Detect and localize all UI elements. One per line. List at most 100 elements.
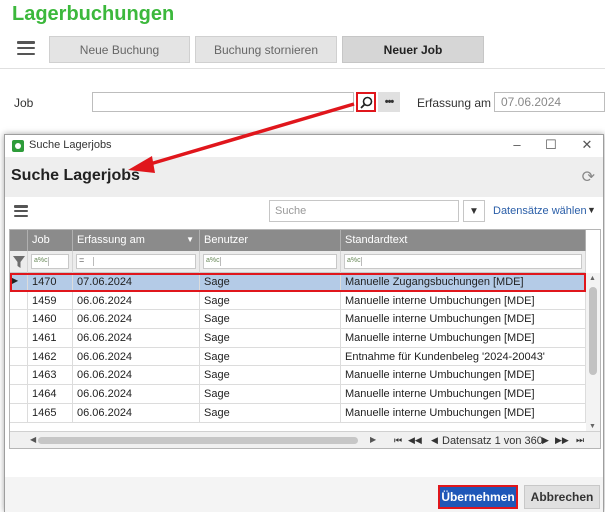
scroll-left-icon[interactable]: ◀: [30, 435, 36, 444]
cell-text: Manuelle interne Umbuchungen [MDE]: [341, 329, 586, 347]
filter-operator: a%c: [34, 257, 48, 264]
cell-job: 1464: [28, 385, 73, 403]
prev-page-fast-icon[interactable]: ◀◀: [408, 435, 422, 446]
cell-job: 1461: [28, 329, 73, 347]
dialog-titlebar: Suche Lagerjobs – ☐ ✕: [5, 135, 603, 157]
cancel-button[interactable]: Abbrechen: [524, 485, 600, 509]
cell-date: 06.06.2024: [73, 329, 200, 347]
filter-input-text[interactable]: a%c: [344, 254, 582, 269]
close-icon[interactable]: ✕: [577, 137, 597, 153]
cell-text: Manuelle interne Umbuchungen [MDE]: [341, 366, 586, 385]
screen: Lagerbuchungen Neue Buchung Buchung stor…: [0, 0, 605, 512]
pager-text: Datensatz 1 von 360: [442, 435, 543, 447]
scroll-up-icon[interactable]: ▲: [589, 275, 596, 282]
cell-job: 1463: [28, 366, 73, 385]
row-indicator-cell: [10, 347, 28, 366]
cell-text: Manuelle interne Umbuchungen [MDE]: [341, 291, 586, 310]
funnel-icon: [13, 256, 25, 268]
hamburger-icon[interactable]: [14, 205, 28, 217]
grid-header: Job Erfassung am ▼ Benutzer Standardtext: [10, 230, 586, 251]
minimize-icon[interactable]: –: [507, 137, 527, 152]
filter-cell-text: a%c: [341, 251, 586, 273]
prev-page-icon[interactable]: ◀: [431, 435, 438, 446]
records-select[interactable]: Datensätze wählen: [493, 205, 587, 217]
table-row[interactable]: 1461 06.06.2024 Sage Manuelle interne Umbuc…: [10, 329, 586, 348]
page-title: Lagerbuchungen: [12, 3, 175, 25]
table-row[interactable]: ▶ 1470 07.06.2024 Sage Manuelle Zugangsbuchu…: [10, 273, 586, 292]
cell-text: Manuelle interne Umbuchungen [MDE]: [341, 385, 586, 403]
filter-operator: a%c: [206, 257, 220, 264]
maximize-icon[interactable]: ☐: [541, 137, 561, 153]
header-indicator-cell: [10, 230, 28, 251]
table-row[interactable]: 1465 06.06.2024 Sage Manuelle interne Umbuc…: [10, 403, 586, 423]
horizontal-scroll-thumb[interactable]: [38, 437, 358, 444]
filter-input-job[interactable]: a%c: [31, 254, 69, 269]
sort-desc-icon: ▼: [186, 235, 194, 244]
job-input[interactable]: [92, 92, 354, 112]
grid-body: ▶ 1470 07.06.2024 Sage Manuelle Zugangsbuchu…: [10, 273, 586, 423]
column-header-date[interactable]: Erfassung am ▼: [73, 230, 200, 251]
cell-text: Manuelle Zugangsbuchungen [MDE]: [341, 273, 586, 291]
cell-date: 06.06.2024: [73, 310, 200, 329]
row-indicator-cell: [10, 329, 28, 347]
job-search-button[interactable]: [356, 92, 376, 112]
column-header-text[interactable]: Standardtext: [341, 230, 586, 251]
toolbar-divider: [0, 68, 605, 69]
apply-button[interactable]: Übernehmen: [438, 485, 518, 509]
scroll-thumb[interactable]: [589, 287, 597, 375]
row-indicator-cell: [10, 291, 28, 310]
cell-date: 07.06.2024: [73, 273, 200, 291]
cell-user: Sage: [200, 291, 341, 310]
cell-user: Sage: [200, 329, 341, 347]
last-page-icon[interactable]: ⏭: [576, 435, 584, 446]
column-header-job[interactable]: Job: [28, 230, 73, 251]
next-page-fast-icon[interactable]: ▶▶: [555, 435, 569, 446]
cell-job: 1465: [28, 403, 73, 422]
cell-text: Manuelle interne Umbuchungen [MDE]: [341, 403, 586, 422]
filter-indicator-cell: [10, 251, 28, 273]
cancel-booking-button[interactable]: Buchung stornieren: [195, 36, 337, 63]
table-row[interactable]: 1464 06.06.2024 Sage Manuelle interne Umbuc…: [10, 385, 586, 404]
search-icon: [359, 96, 372, 109]
row-indicator-cell: [10, 366, 28, 385]
cell-date: 06.06.2024: [73, 403, 200, 422]
chevron-down-icon[interactable]: ▼: [463, 200, 485, 222]
cell-user: Sage: [200, 310, 341, 329]
cell-user: Sage: [200, 403, 341, 422]
cell-text: Manuelle interne Umbuchungen [MDE]: [341, 310, 586, 329]
filter-input-date[interactable]: =: [76, 254, 196, 269]
table-row[interactable]: 1459 06.06.2024 Sage Manuelle interne Umbuc…: [10, 291, 586, 311]
cell-user: Sage: [200, 385, 341, 403]
table-row[interactable]: 1460 06.06.2024 Sage Manuelle interne Umbuc…: [10, 310, 586, 330]
vertical-scrollbar[interactable]: ▲ ▼: [586, 273, 600, 432]
next-page-icon[interactable]: ▶: [542, 435, 549, 446]
hamburger-icon[interactable]: [17, 41, 35, 55]
table-row[interactable]: 1463 06.06.2024 Sage Manuelle interne Umbuc…: [10, 366, 586, 386]
ellipsis-icon[interactable]: •••: [378, 92, 400, 112]
column-header-user[interactable]: Benutzer: [200, 230, 341, 251]
dialog-header: Suche Lagerjobs ⟳: [5, 157, 603, 197]
jobs-grid: Job Erfassung am ▼ Benutzer Standardtext …: [9, 229, 601, 449]
cell-user: Sage: [200, 273, 341, 291]
chevron-down-icon[interactable]: ▼: [587, 205, 596, 215]
scroll-right-icon[interactable]: ▶: [370, 435, 376, 444]
row-indicator-cell: [10, 403, 28, 422]
row-indicator-cell: [10, 385, 28, 403]
cell-date: 06.06.2024: [73, 291, 200, 310]
filter-input-user[interactable]: a%c: [203, 254, 337, 269]
cell-date: 06.06.2024: [73, 366, 200, 385]
filter-cell-date: =: [73, 251, 200, 273]
new-booking-button[interactable]: Neue Buchung: [49, 36, 190, 63]
new-job-button[interactable]: Neuer Job: [342, 36, 484, 63]
refresh-icon[interactable]: ⟳: [582, 167, 595, 187]
first-page-icon[interactable]: ⏮: [394, 435, 402, 446]
cell-date: 06.06.2024: [73, 385, 200, 403]
scroll-down-icon[interactable]: ▼: [589, 423, 596, 430]
filter-operator: =: [79, 255, 85, 265]
column-header-date-label: Erfassung am: [77, 234, 145, 246]
app-icon: [12, 140, 24, 152]
date-field[interactable]: 07.06.2024: [494, 92, 605, 112]
dialog-heading: Suche Lagerjobs: [11, 167, 140, 184]
table-row[interactable]: 1462 06.06.2024 Sage Entnahme für Kundenbel…: [10, 347, 586, 367]
search-input[interactable]: Suche: [269, 200, 459, 222]
